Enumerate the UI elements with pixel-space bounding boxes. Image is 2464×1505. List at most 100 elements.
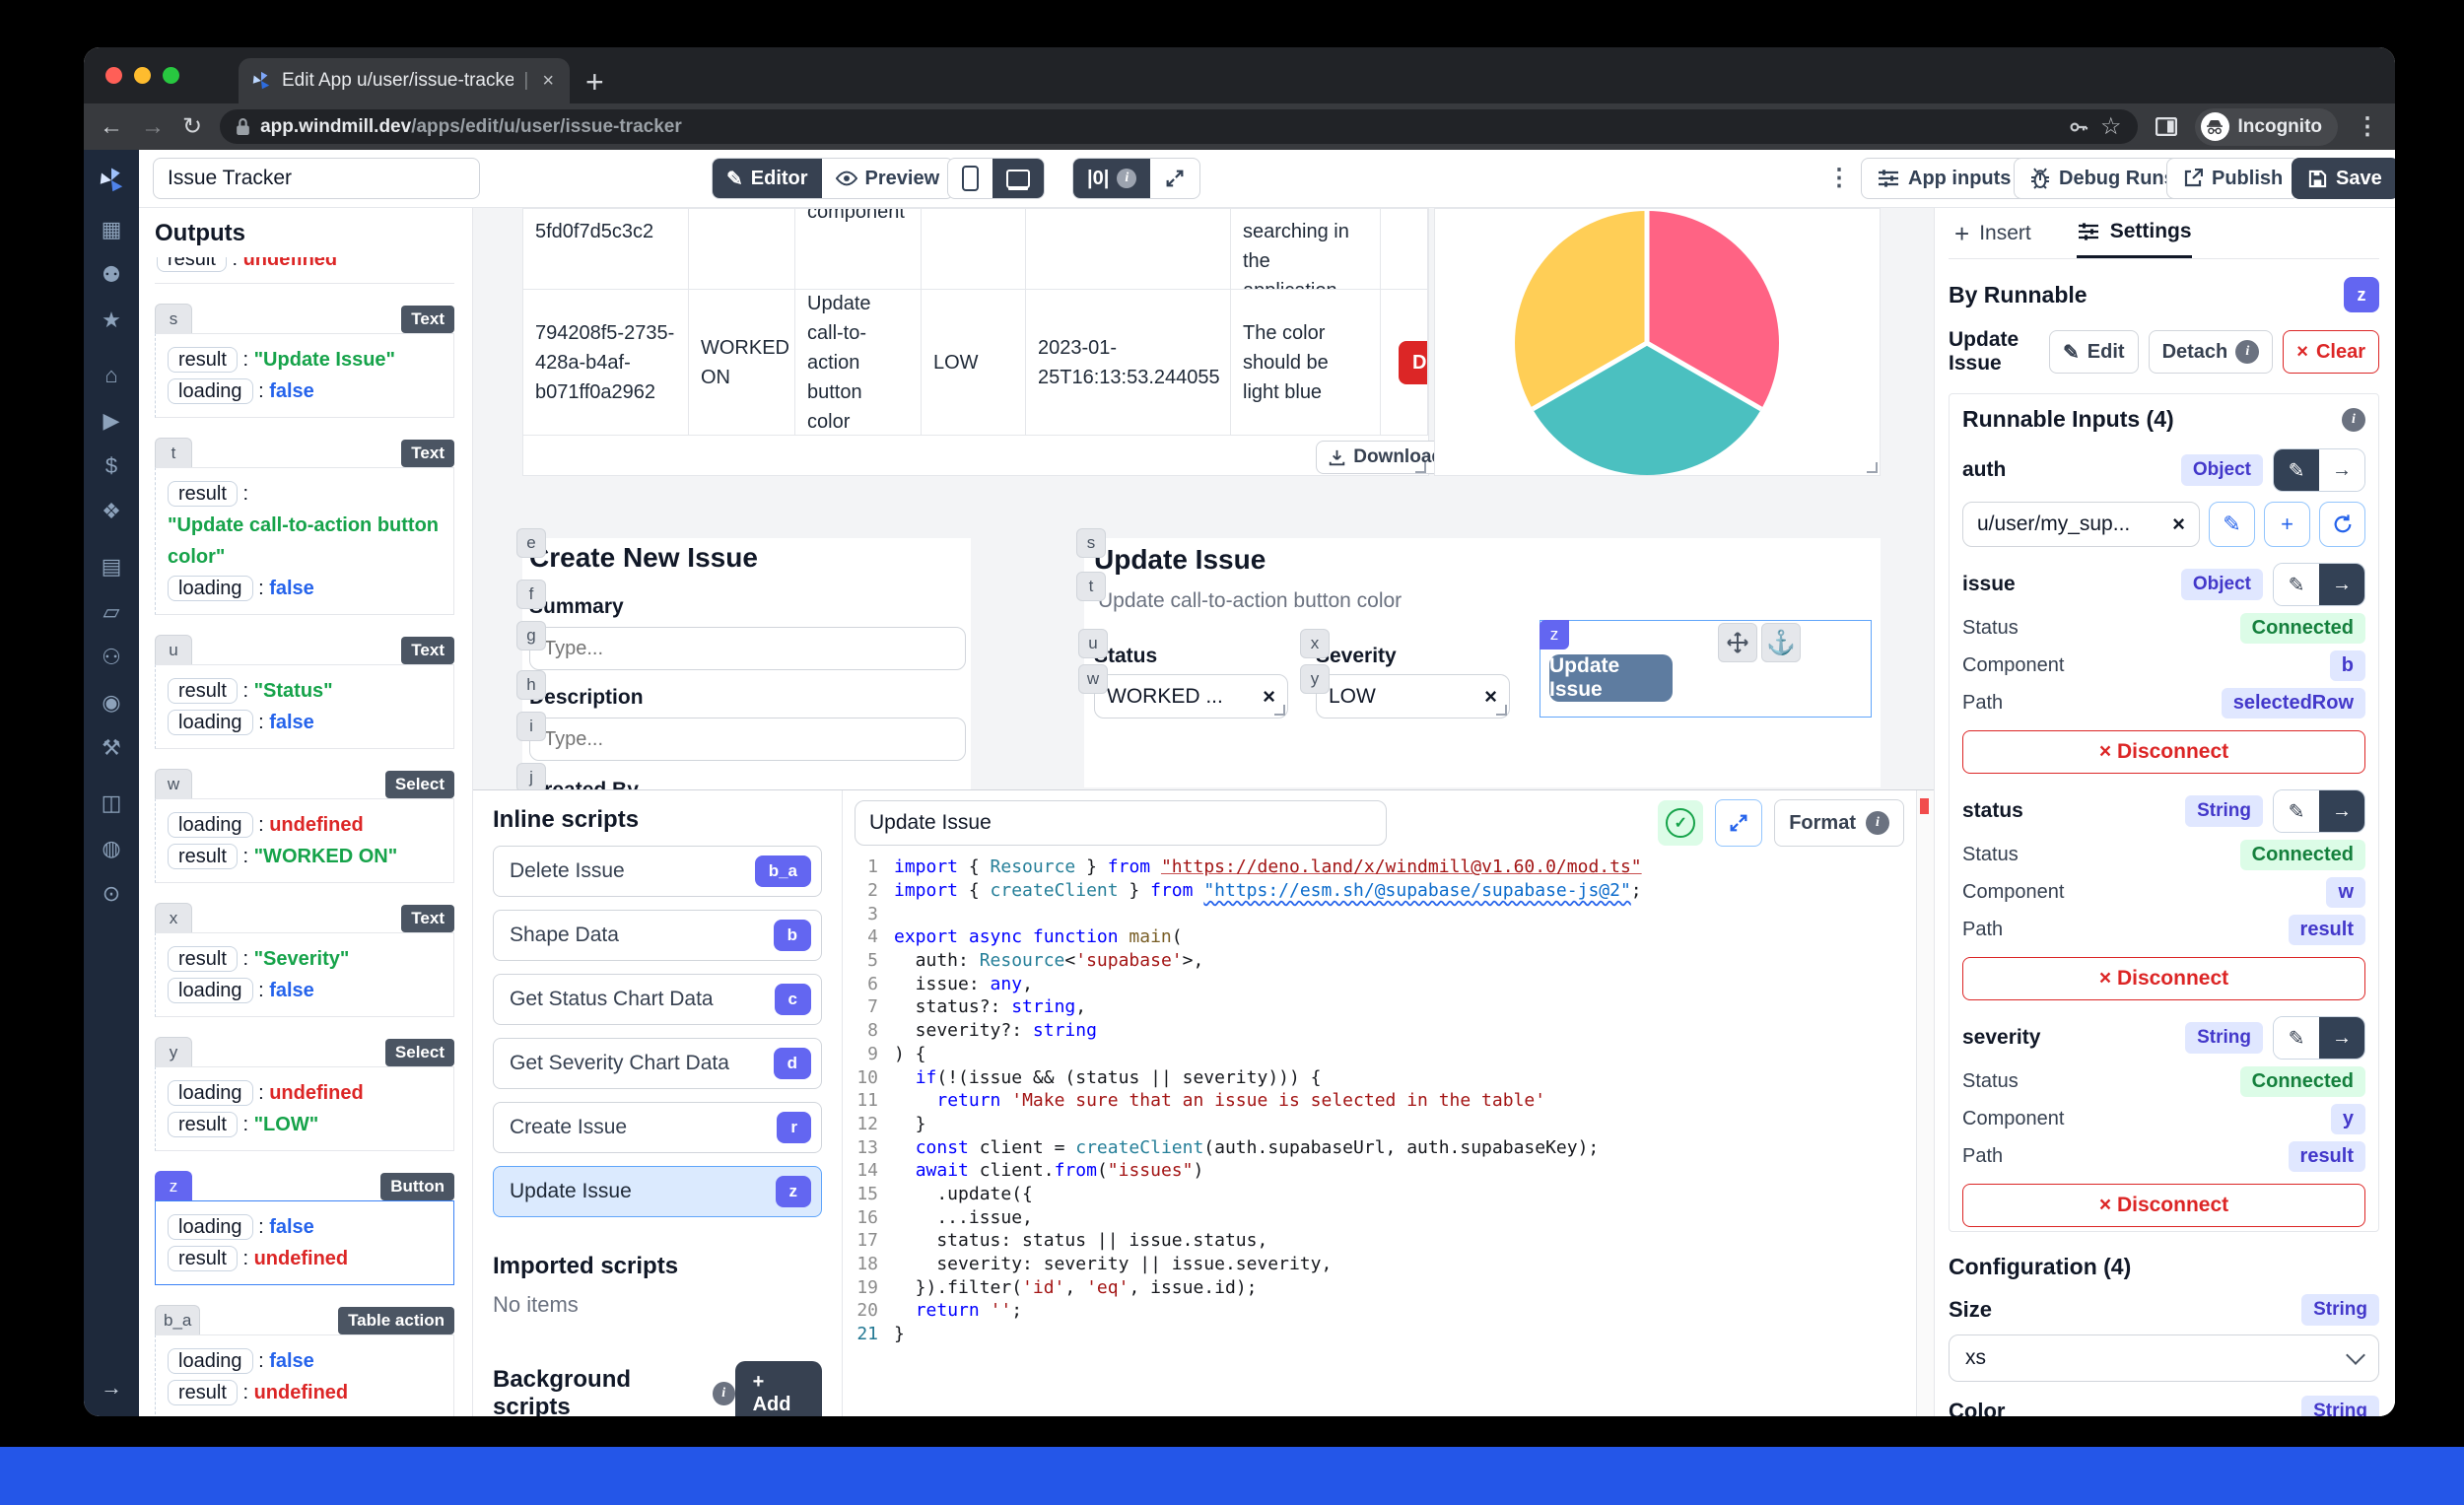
static-mode-button[interactable]: ✎ xyxy=(2274,790,2319,832)
cell-severity[interactable] xyxy=(922,209,1026,290)
clear-select-icon[interactable]: × xyxy=(1484,684,1497,710)
component-tag-w[interactable]: w xyxy=(1078,664,1108,694)
preview-tab[interactable]: Preview xyxy=(822,159,954,198)
output-key-chip[interactable]: result xyxy=(168,1380,238,1405)
github-icon[interactable]: ⊙ xyxy=(103,883,120,905)
app-canvas[interactable]: 5fd0f7d5c3c2 component searching in the ap… xyxy=(473,208,1934,789)
runs-icon[interactable]: ▶ xyxy=(103,410,120,432)
output-id-chip[interactable]: t xyxy=(155,438,192,467)
clear-select-icon[interactable]: × xyxy=(1263,684,1275,710)
component-tag-g[interactable]: g xyxy=(516,621,546,650)
component-tag-u[interactable]: u xyxy=(1078,629,1108,658)
connect-mode-button[interactable]: → xyxy=(2319,1017,2364,1059)
output-key-chip[interactable]: result xyxy=(168,1246,238,1271)
workers-icon[interactable]: ⚒ xyxy=(102,737,121,759)
add-background-script-button[interactable]: + Add xyxy=(734,1361,822,1416)
script-item-b_a[interactable]: Delete Issue b_a xyxy=(493,846,822,897)
auth-resource-picker[interactable]: u/user/my_sup... × xyxy=(1962,502,2200,547)
maximize-window-button[interactable] xyxy=(163,67,179,84)
component-tag-z[interactable]: z xyxy=(1540,620,1569,650)
status-select[interactable]: WORKED ... × xyxy=(1094,674,1288,718)
debug-runs-button[interactable]: Debug Runs xyxy=(2014,158,2192,199)
output-key-chip[interactable]: result xyxy=(168,946,238,972)
output-id-chip[interactable]: u xyxy=(155,635,192,664)
component-tag-h[interactable]: h xyxy=(516,670,546,700)
clear-resource-icon[interactable]: × xyxy=(2172,512,2185,537)
cell-summary[interactable]: component xyxy=(795,209,922,290)
address-bar[interactable]: app.windmill.dev/apps/edit/u/user/issue-… xyxy=(220,109,2138,144)
connect-mode-button[interactable]: → xyxy=(2319,790,2364,832)
output-key-chip[interactable]: loading xyxy=(168,710,253,735)
output-key-chip[interactable]: result xyxy=(168,678,238,704)
disconnect-button[interactable]: × Disconnect xyxy=(1962,730,2365,774)
apps-icon[interactable]: ▦ xyxy=(102,219,122,240)
config-select[interactable]: xs xyxy=(1949,1334,2379,1382)
code-area[interactable]: 1 import { Resource } from "https://deno.… xyxy=(843,855,1916,1416)
tab-settings[interactable]: Settings xyxy=(2076,220,2192,258)
connect-mode-button[interactable]: → xyxy=(2319,449,2364,491)
detach-runnable-button[interactable]: Detach i xyxy=(2148,330,2274,374)
component-tag-x[interactable]: x xyxy=(1300,629,1330,658)
component-tag-y[interactable]: y xyxy=(1300,664,1330,694)
cell-id[interactable]: 5fd0f7d5c3c2 xyxy=(523,209,689,290)
severity-select[interactable]: LOW × xyxy=(1316,674,1510,718)
bookmark-star-icon[interactable]: ☆ xyxy=(2100,112,2122,141)
close-window-button[interactable] xyxy=(105,67,122,84)
edit-runnable-button[interactable]: ✎ Edit xyxy=(2049,330,2139,374)
static-mode-button[interactable]: ✎ xyxy=(2274,1017,2319,1059)
edit-resource-button[interactable]: ✎ xyxy=(2209,502,2255,547)
output-key-chip[interactable]: result xyxy=(168,347,238,373)
summary-input[interactable] xyxy=(529,627,966,670)
output-id-chip[interactable]: z xyxy=(155,1171,192,1200)
favorites-icon[interactable]: ★ xyxy=(102,309,121,331)
cell-status[interactable] xyxy=(689,209,795,290)
desktop-view-button[interactable] xyxy=(992,159,1044,198)
anchor-icon[interactable]: ⚓ xyxy=(1761,623,1801,662)
format-button[interactable]: Format i xyxy=(1774,799,1904,847)
metrics-icon[interactable]: ◫ xyxy=(102,792,122,814)
cell-created_at[interactable]: 2023-01-25T16:13:53.244055 xyxy=(1026,290,1231,436)
delete-row-button[interactable]: Delete xyxy=(1399,340,1427,384)
component-tag-f[interactable]: f xyxy=(516,580,546,609)
update-issue-button[interactable]: Update Issue xyxy=(1549,654,1673,702)
debug-console-button[interactable]: |0| i xyxy=(1073,159,1151,198)
editor-tab[interactable]: ✎ Editor xyxy=(713,159,822,198)
output-key-chip[interactable]: result xyxy=(168,844,238,869)
cell-status[interactable]: WORKED ON xyxy=(689,290,795,436)
variables-icon[interactable]: $ xyxy=(105,455,117,477)
script-item-b[interactable]: Shape Data b xyxy=(493,910,822,961)
component-tag-j[interactable]: j xyxy=(516,763,546,789)
browser-menu-icon[interactable]: ⋮ xyxy=(2356,114,2379,139)
script-item-z[interactable]: Update Issue z xyxy=(493,1166,822,1217)
output-key-chip[interactable]: loading xyxy=(168,812,253,838)
cell-summary[interactable]: Update call-to-action button color xyxy=(795,290,922,436)
home-icon[interactable]: ⌂ xyxy=(104,365,117,386)
connect-mode-button[interactable]: → xyxy=(2319,564,2364,605)
expand-sidebar-icon[interactable]: → xyxy=(101,1377,122,1399)
script-item-d[interactable]: Get Severity Chart Data d xyxy=(493,1038,822,1089)
publish-button[interactable]: Publish xyxy=(2166,158,2300,199)
component-tag-t[interactable]: t xyxy=(1076,572,1106,601)
output-id-chip[interactable]: x xyxy=(155,903,192,932)
output-key-chip[interactable]: loading xyxy=(168,978,253,1003)
output-id-chip[interactable]: y xyxy=(155,1037,192,1066)
folders-icon[interactable]: ▱ xyxy=(103,601,120,623)
clear-runnable-button[interactable]: × Clear xyxy=(2283,330,2379,374)
user-icon[interactable]: ⚉ xyxy=(102,264,121,286)
close-tab-icon[interactable]: × xyxy=(538,70,558,93)
reload-icon[interactable]: ↻ xyxy=(182,114,202,139)
disconnect-button[interactable]: × Disconnect xyxy=(1962,957,2365,1000)
side-panel-icon[interactable] xyxy=(2155,117,2177,136)
discord-icon[interactable]: ◍ xyxy=(102,838,120,859)
description-input[interactable] xyxy=(529,718,966,761)
new-tab-button[interactable]: + xyxy=(585,66,604,98)
output-key-chip[interactable]: loading xyxy=(168,1080,253,1106)
forward-icon[interactable]: → xyxy=(141,114,165,139)
save-button[interactable]: Save xyxy=(2292,158,2395,199)
component-tag-s[interactable]: s xyxy=(1076,528,1106,558)
output-id-chip[interactable]: w xyxy=(155,769,192,798)
app-inputs-button[interactable]: App inputs xyxy=(1861,158,2028,199)
toolbar-menu-icon[interactable]: ⋮ xyxy=(1827,164,1851,192)
fullscreen-button[interactable] xyxy=(1150,159,1199,198)
app-name-input[interactable] xyxy=(153,158,480,199)
